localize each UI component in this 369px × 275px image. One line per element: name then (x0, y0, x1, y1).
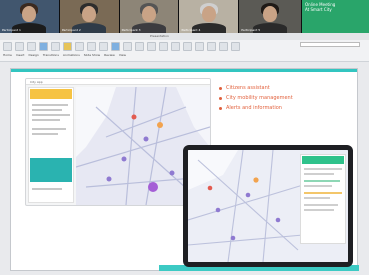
ribbon-buttons (3, 42, 240, 51)
participant-face (142, 6, 157, 22)
indent-button[interactable] (183, 42, 192, 51)
ribbon-tab[interactable]: View (119, 53, 126, 59)
panel-text-line (32, 128, 66, 130)
bullet-text: City mobility management (226, 95, 293, 101)
italic-button[interactable] (87, 42, 96, 51)
slide-canvas[interactable]: City App Citizens assistant City mobilit… (10, 68, 359, 271)
panel-text-line (32, 104, 68, 106)
panel-text-line (32, 114, 70, 116)
shape-button[interactable] (111, 42, 120, 51)
ribbon-tab[interactable]: Transitions (43, 53, 59, 59)
meeting-badge[interactable]: Online Meeting At Smart City (302, 0, 369, 33)
tablet-panel-line (304, 197, 330, 199)
tablet-side-panel (300, 154, 346, 244)
participant-tile[interactable]: Participant 2 (59, 0, 120, 33)
bullet-item: Alerts and information (219, 103, 349, 113)
participant-face (82, 6, 97, 22)
participant-face (201, 6, 216, 22)
tablet-panel-line (304, 173, 334, 175)
panel-text-line (32, 188, 62, 190)
panel-text-line (32, 109, 62, 111)
align-left-button[interactable] (123, 42, 132, 51)
highlight-button[interactable] (63, 42, 72, 51)
ribbon-tab[interactable]: Home (3, 53, 12, 59)
title-bar: Presentation (0, 33, 369, 40)
font-selector[interactable] (300, 42, 360, 47)
bold-button[interactable] (75, 42, 84, 51)
effects-button[interactable] (219, 42, 228, 51)
picture-button[interactable] (231, 42, 240, 51)
participant-name: Participant 3 (121, 28, 141, 32)
panel-teal-card (30, 158, 72, 182)
new-slide-button[interactable] (39, 42, 48, 51)
participant-tile[interactable]: Participant 4 (179, 0, 240, 33)
slide-accent-bar (11, 69, 357, 72)
app-side-panel (28, 87, 74, 203)
presentation-toolbar: Presentation Home Insert Design Transiti… (0, 33, 369, 62)
paste-button[interactable] (3, 42, 12, 51)
cut-button[interactable] (15, 42, 24, 51)
meeting-badge-line: At Smart City (305, 7, 332, 12)
tablet-panel-line (304, 185, 332, 187)
participant-name: Participant 2 (61, 28, 81, 32)
bullet-text: Citizens assistant (226, 85, 270, 91)
bullet-item: City mobility management (219, 93, 349, 103)
tablet-panel-line (304, 192, 342, 194)
tablet-panel-line (304, 168, 342, 170)
participant-tile[interactable]: Participant 3 (119, 0, 180, 33)
tablet-panel-line (304, 204, 338, 206)
ribbon-tab[interactable]: Insert (16, 53, 25, 59)
tablet-panel-header (302, 156, 344, 164)
participant-name: Participant 1 (2, 28, 21, 32)
ribbon-tab[interactable]: Review (104, 53, 115, 59)
bullet-text: Alerts and information (226, 105, 282, 111)
participant-name: Participant 4 (181, 28, 201, 32)
tablet-panel-line (304, 180, 340, 182)
participant-face (263, 6, 278, 22)
bullet-dot (219, 106, 222, 110)
slide-bullet-list: Citizens assistant City mobility managem… (219, 83, 349, 113)
ribbon-tab[interactable]: Design (28, 53, 38, 59)
tablet-panel-line (304, 209, 334, 211)
app-header: City App (26, 79, 210, 85)
document-title: Presentation (150, 34, 169, 38)
panel-text-line (32, 133, 58, 135)
align-center-button[interactable] (135, 42, 144, 51)
bullets-button[interactable] (159, 42, 168, 51)
bullet-item: Citizens assistant (219, 83, 349, 93)
ribbon-tab[interactable]: Animations (63, 53, 80, 59)
ribbon-tab[interactable]: Slide Show (84, 53, 100, 59)
align-right-button[interactable] (147, 42, 156, 51)
panel-text-line (32, 119, 60, 121)
tablet-screen (188, 150, 348, 262)
numbering-button[interactable] (171, 42, 180, 51)
participant-name: Participant 5 (241, 28, 261, 32)
tablet-mockup (183, 145, 353, 267)
underline-button[interactable] (99, 42, 108, 51)
participant-tile[interactable]: Participant 5 (239, 0, 302, 33)
participant-tile[interactable]: Participant 1 (0, 0, 60, 33)
styles-button[interactable] (207, 42, 216, 51)
video-strip: Participant 1 Participant 2 Participant … (0, 0, 369, 33)
participant-face (22, 6, 37, 22)
ribbon-tabs: Home Insert Design Transitions Animation… (3, 53, 126, 59)
app-name: City App (30, 80, 43, 84)
copy-button[interactable] (27, 42, 36, 51)
panel-header (30, 89, 72, 99)
bullet-dot (219, 86, 222, 90)
arrange-button[interactable] (195, 42, 204, 51)
layout-button[interactable] (51, 42, 60, 51)
bullet-dot (219, 96, 222, 100)
